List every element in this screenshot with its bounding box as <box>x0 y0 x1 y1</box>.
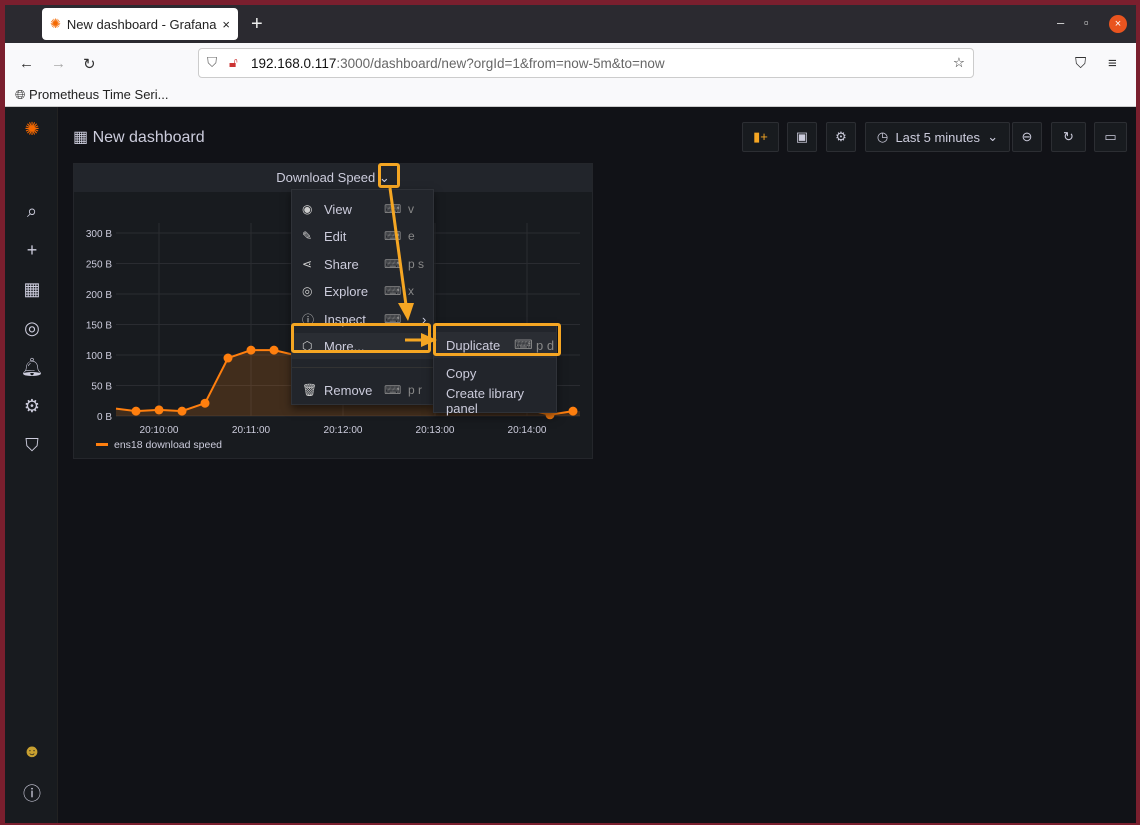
annotation-arrows <box>388 187 437 347</box>
arrowhead <box>421 333 437 347</box>
arrow-down <box>388 187 408 306</box>
arrowhead <box>398 303 414 321</box>
browser-window: ✺ New dashboard - Grafana × + – ▫ × ← → ↻ … <box>5 5 1136 823</box>
